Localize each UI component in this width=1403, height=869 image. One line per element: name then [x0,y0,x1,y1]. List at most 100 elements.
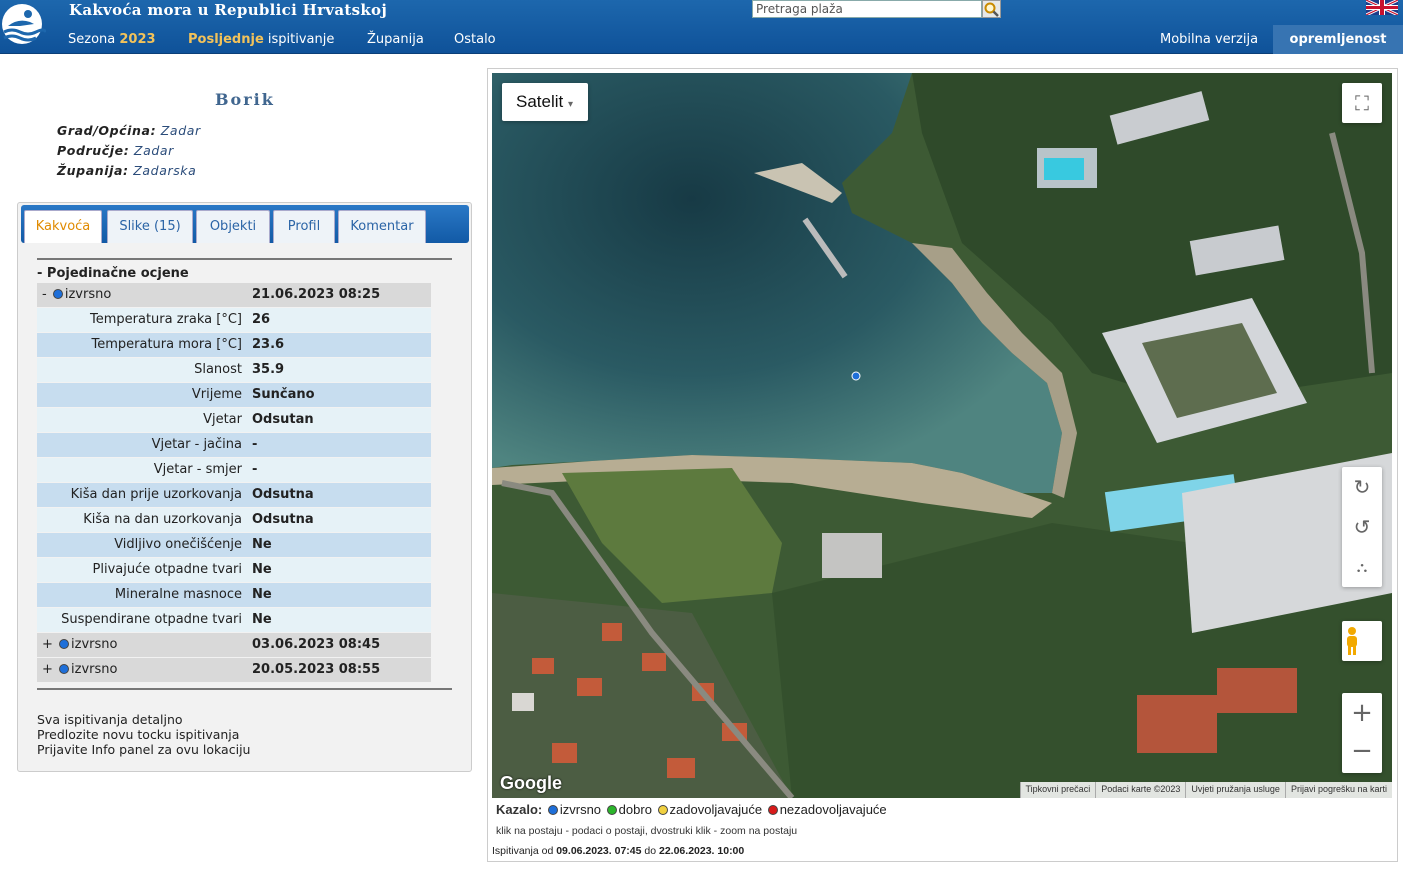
map-imagery [492,73,1392,798]
nav-ostalo[interactable]: Ostalo [454,32,496,47]
nav-mobile-version[interactable]: Mobilna verzija [1160,32,1258,47]
map-legend: Kazalo: izvrsno dobro zadovoljavajuće ne… [496,802,887,817]
param-row: Suspendirane otpadne tvari Ne [37,608,431,632]
report-error-link[interactable]: Prijavi pogrešku na karti [1284,782,1392,798]
map-rotate-controls: ↻ ↺ ⛬ [1342,467,1382,587]
site-header: Kakvoća mora u Republici Hrvatskoj Sezon… [0,0,1403,54]
legend-dot-icon [657,805,668,815]
param-value: 23.6 [252,337,285,352]
zoom-out-icon[interactable]: − [1342,733,1382,773]
nav-posljednje-ispitivanje[interactable]: Posljednje ispitivanje [188,32,334,47]
assessment-datetime: 03.06.2023 08:45 [252,637,381,652]
nav-opremljenost[interactable]: opremljenost [1273,25,1403,54]
street-view-pegman-button[interactable] [1342,621,1382,661]
map-type-dropdown[interactable]: Satelit ▾ [502,83,588,121]
param-label: Vjetar [203,412,242,427]
param-value: Odsutan [252,412,314,427]
param-value: Odsutna [252,512,314,527]
assessment-datetime: 20.05.2023 08:55 [252,662,381,677]
param-row: Slanost 35.9 [37,358,431,382]
test-period: Ispitivanja od 09.06.2023. 07:45 do 22.0… [492,845,745,857]
param-label: Plivajuće otpadne tvari [92,562,242,577]
param-row: Vjetar Odsutan [37,408,431,432]
tab-komentar[interactable]: Komentar [338,210,426,243]
section-title[interactable]: - Pojedinačne ocjene [37,266,189,281]
tab-slike[interactable]: Slike (15) [107,210,193,243]
expand-toggle[interactable]: + [42,637,53,652]
search-input[interactable] [752,0,982,18]
tab-bar: Kakvoća Slike (15) Objekti Profil Koment… [21,205,469,243]
fullscreen-button[interactable]: ⛶ [1342,83,1382,123]
link-suggest-point[interactable]: Predlozite novu tocku ispitivanja [37,727,239,742]
legend-dot-icon [767,805,778,815]
rotate-clockwise-icon[interactable]: ↻ [1342,467,1382,507]
keyboard-shortcuts-link[interactable]: Tipkovni prečaci [1019,782,1096,798]
param-value: Sunčano [252,387,315,402]
param-row: Temperatura zraka [°C] 26 [37,308,431,332]
param-value: Ne [252,587,272,602]
assessment-row-older[interactable]: + izvrsno 03.06.2023 08:45 [37,633,431,657]
map-data-label: Podaci karte ©2023 [1095,782,1185,798]
sampling-point-marker[interactable] [851,371,861,381]
info-grad: Grad/Općina: Zadar [57,123,201,138]
tab-kakvoca[interactable]: Kakvoća [24,210,102,243]
tab-objekti[interactable]: Objekti [196,210,270,243]
status-label: izvrsno [64,287,112,302]
tab-profil[interactable]: Profil [273,210,335,243]
status-label: izvrsno [71,637,118,652]
search-icon [984,2,999,17]
divider [37,258,452,260]
param-label: Kiša na dan uzorkovanja [83,512,242,527]
param-label: Vjetar - jačina [151,437,242,452]
param-row: Mineralne masnoce Ne [37,583,431,607]
link-report-info[interactable]: Prijavite Info panel za ovu lokaciju [37,742,250,757]
link-all-tests[interactable]: Sva ispitivanja detaljno [37,712,183,727]
param-label: Vidljivo onečišćenje [114,537,242,552]
param-label: Mineralne masnoce [114,587,242,602]
legend-dot-icon [606,805,617,815]
param-label: Temperatura zraka [°C] [90,312,242,327]
status-dot-icon [59,639,70,649]
divider [37,688,452,690]
assessment-row-latest[interactable]: - izvrsno 21.06.2023 08:25 [37,283,431,307]
legend-dot-icon [547,805,558,815]
assessment-row-older[interactable]: + izvrsno 20.05.2023 08:55 [37,658,431,682]
info-zupanija: Županija: Zadarska [57,163,197,178]
param-row: Kiša dan prije uzorkovanja Odsutna [37,483,431,507]
status-dot-icon [52,289,63,299]
tilt-view-icon[interactable]: ⛬ [1342,547,1382,587]
chevron-down-icon: ▾ [567,99,574,110]
fullscreen-icon: ⛶ [1355,91,1369,115]
google-logo: Google [500,773,562,793]
uk-flag-icon[interactable] [1365,0,1399,17]
param-label: Vjetar - smjer [153,462,242,477]
param-label: Temperatura mora [°C] [91,337,242,352]
nav-zupanija[interactable]: Županija [367,32,424,47]
map-attribution: Tipkovni prečaci Podaci karte ©2023 Uvje… [1019,782,1392,798]
param-value: Ne [252,562,272,577]
expand-toggle[interactable]: + [42,662,53,677]
param-label: Vrijeme [191,387,242,402]
param-value: - [252,462,258,477]
status-dot-icon [59,664,70,674]
param-label: Kiša dan prije uzorkovanja [70,487,242,502]
param-row: Vjetar - jačina - [37,433,431,457]
terms-link[interactable]: Uvjeti pružanja usluge [1185,782,1285,798]
param-row: Vjetar - smjer - [37,458,431,482]
search-button[interactable] [982,0,1001,18]
zoom-controls: + − [1342,693,1382,773]
nav-sezona[interactable]: Sezona 2023 [68,32,156,47]
pegman-icon [1347,627,1357,655]
rotate-counterclockwise-icon[interactable]: ↺ [1342,507,1382,547]
param-row: Plivajuće otpadne tvari Ne [37,558,431,582]
info-podrucje: Područje: Zadar [57,143,174,158]
collapse-toggle[interactable]: - [42,287,47,302]
param-value: 26 [252,312,271,327]
param-row: Kiša na dan uzorkovanja Odsutna [37,508,431,532]
param-value: Odsutna [252,487,314,502]
satellite-map[interactable]: Satelit ▾ ⛶ ↻ ↺ ⛬ + − Google Tipkovni pr… [492,73,1392,798]
site-title[interactable]: Kakvoća mora u Republici Hrvatskoj [69,1,387,19]
status-label: izvrsno [71,662,118,677]
zoom-in-icon[interactable]: + [1342,693,1382,733]
param-row: Vidljivo onečišćenje Ne [37,533,431,557]
